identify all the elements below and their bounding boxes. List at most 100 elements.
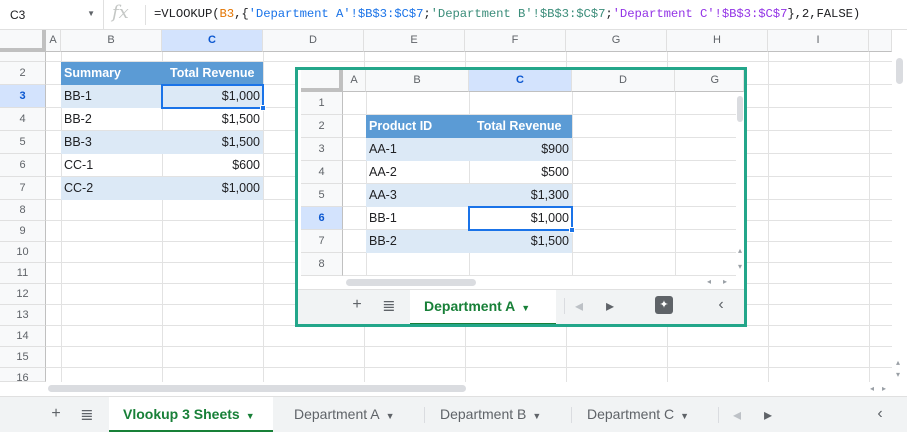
name-box[interactable]: C3 ▼ — [0, 0, 104, 29]
row-header-4[interactable]: 4 — [0, 108, 46, 131]
sheet-list-icon[interactable]: ≣ — [77, 405, 97, 425]
embedded-horizontal-scroll-thumb — [346, 279, 476, 286]
fill-handle[interactable] — [260, 105, 266, 111]
row-header-1-partial — [0, 52, 46, 62]
row-header-2[interactable]: 2 — [0, 62, 46, 85]
embedded-row-header: 4 — [301, 161, 343, 184]
active-cell-selection[interactable] — [161, 84, 266, 111]
row-header-11[interactable]: 11 — [0, 263, 46, 284]
horizontal-scroll-thumb[interactable] — [48, 385, 466, 392]
divider — [564, 298, 565, 314]
add-sheet-icon[interactable]: + — [46, 405, 66, 423]
row-header-14[interactable]: 14 — [0, 326, 46, 347]
row-header-5[interactable]: 5 — [0, 131, 46, 154]
tab-vlookup-3-sheets[interactable]: Vlookup 3 Sheets ▼ — [109, 397, 273, 432]
formula-ref-dept-b: 'Department B'!$B$3:$C$7 — [430, 7, 606, 21]
column-header-d[interactable]: D — [263, 30, 364, 52]
select-all-corner[interactable] — [0, 30, 46, 52]
embedded-product-id-header: Product ID — [366, 115, 469, 138]
column-header-b[interactable]: B — [61, 30, 162, 52]
column-header-a[interactable]: A — [46, 30, 61, 52]
tab-label: Department A — [294, 406, 380, 422]
formula-ref-dept-a: 'Department A'!$B$3:$C$7 — [248, 7, 424, 21]
table-row-revenue-cell[interactable]: $1,500 — [162, 131, 263, 154]
embedded-column-header-b: B — [366, 70, 469, 92]
total-revenue-header-cell[interactable]: Total Revenue — [162, 62, 263, 85]
formula-part: ; — [423, 7, 431, 21]
embedded-row-header: 1 — [301, 92, 343, 115]
embedded-tab-label: Department A — [424, 298, 516, 314]
tab-department-b[interactable]: Department B ▼ — [426, 397, 570, 432]
column-header-c[interactable]: C — [162, 30, 263, 52]
vertical-scroll-thumb[interactable] — [896, 58, 903, 84]
table-row-id-cell[interactable]: BB-3 — [61, 131, 162, 154]
table-row-id-cell[interactable]: CC-1 — [61, 154, 162, 177]
formula-part: =VLOOKUP( — [154, 7, 220, 21]
column-header-g[interactable]: G — [566, 30, 667, 52]
row-header-12[interactable]: 12 — [0, 284, 46, 305]
column-header-e[interactable]: E — [364, 30, 465, 52]
table-row-revenue-cell[interactable]: $600 — [162, 154, 263, 177]
table-row-revenue-cell[interactable]: $1,500 — [162, 108, 263, 131]
scroll-down-arrow-icon[interactable]: ▾ — [896, 370, 900, 379]
formula-part: ; — [605, 7, 613, 21]
tab-label: Department C — [587, 406, 675, 422]
table-row-id-cell[interactable]: CC-2 — [61, 177, 162, 200]
tabs-scroll-left-icon[interactable]: ◂ — [727, 405, 747, 425]
grid-line — [572, 92, 573, 276]
row-header-6[interactable]: 6 — [0, 154, 46, 177]
row-header-7[interactable]: 7 — [0, 177, 46, 200]
tabs-scroll-right-icon[interactable]: ▸ — [758, 405, 778, 425]
sheet-tab-bar: + ≣ Vlookup 3 Sheets ▼ Department A ▼ Depa… — [0, 396, 907, 432]
formula-ref-b3: B3 — [219, 7, 235, 21]
embedded-tab-department-a: Department A ▼ — [410, 290, 556, 324]
row-header-16[interactable]: 16 — [0, 368, 46, 382]
tab-department-c[interactable]: Department C ▼ — [573, 397, 717, 432]
formula-input[interactable]: =VLOOKUP(B3,{'Department A'!$B$3:$C$7;'D… — [154, 7, 860, 21]
embedded-sheet-list-icon: ≣ — [382, 298, 396, 315]
embedded-table-row-id-cell: AA-1 — [366, 138, 469, 161]
table-row-id-cell[interactable]: BB-1 — [61, 85, 162, 108]
embedded-column-header-d: D — [572, 70, 675, 92]
embedded-scroll-down-arrow-icon: ▾ — [738, 262, 743, 271]
row-header-3[interactable]: 3 — [0, 85, 46, 108]
embedded-row-header: 3 — [301, 138, 343, 161]
embedded-table-row-revenue-cell: $500 — [541, 165, 569, 179]
scroll-left-arrow-icon[interactable]: ◂ — [870, 384, 874, 393]
column-header-blank — [869, 30, 892, 52]
summary-header-cell[interactable]: Summary — [61, 62, 162, 85]
horizontal-scrollbar[interactable]: ◂ ▸ — [46, 382, 886, 394]
caret-down-icon[interactable]: ▼ — [680, 411, 689, 421]
embedded-scroll-left-arrow-icon: ◂ — [707, 277, 712, 286]
tab-department-a[interactable]: Department A ▼ — [280, 397, 420, 432]
grid-line — [768, 52, 769, 382]
explore-icon: ✦ — [655, 296, 673, 314]
scroll-right-arrow-icon[interactable]: ▸ — [882, 384, 886, 393]
table-row-revenue-cell[interactable]: $1,000 — [162, 177, 263, 200]
caret-down-icon[interactable]: ▼ — [386, 411, 395, 421]
column-header-f[interactable]: F — [465, 30, 566, 52]
scroll-up-arrow-icon[interactable]: ▴ — [896, 358, 900, 367]
grid-line — [675, 92, 676, 276]
embedded-table-row-id-cell: AA-2 — [369, 165, 397, 179]
divider — [145, 5, 146, 25]
column-header-h[interactable]: H — [667, 30, 768, 52]
tab-label: Department B — [440, 406, 527, 422]
embedded-total-revenue-header: Total Revenue — [469, 115, 572, 138]
embedded-row-header: 6 — [301, 207, 343, 230]
caret-down-icon[interactable]: ▼ — [532, 411, 541, 421]
column-header-i[interactable]: I — [768, 30, 869, 52]
embedded-column-header-a: A — [343, 70, 366, 92]
collapse-side-panel-icon[interactable]: ‹ — [870, 405, 890, 423]
row-header-13[interactable]: 13 — [0, 305, 46, 326]
grid-line — [46, 346, 892, 347]
table-row-id-cell[interactable]: BB-2 — [61, 108, 162, 131]
caret-down-icon[interactable]: ▼ — [246, 411, 255, 421]
row-header-15[interactable]: 15 — [0, 347, 46, 368]
row-header-10[interactable]: 10 — [0, 242, 46, 263]
vertical-scrollbar[interactable]: ▴ ▾ — [892, 52, 907, 382]
embedded-tabs-prev-icon: ◂ — [574, 298, 584, 315]
divider — [571, 407, 572, 423]
row-header-8[interactable]: 8 — [0, 200, 46, 221]
row-header-9[interactable]: 9 — [0, 221, 46, 242]
